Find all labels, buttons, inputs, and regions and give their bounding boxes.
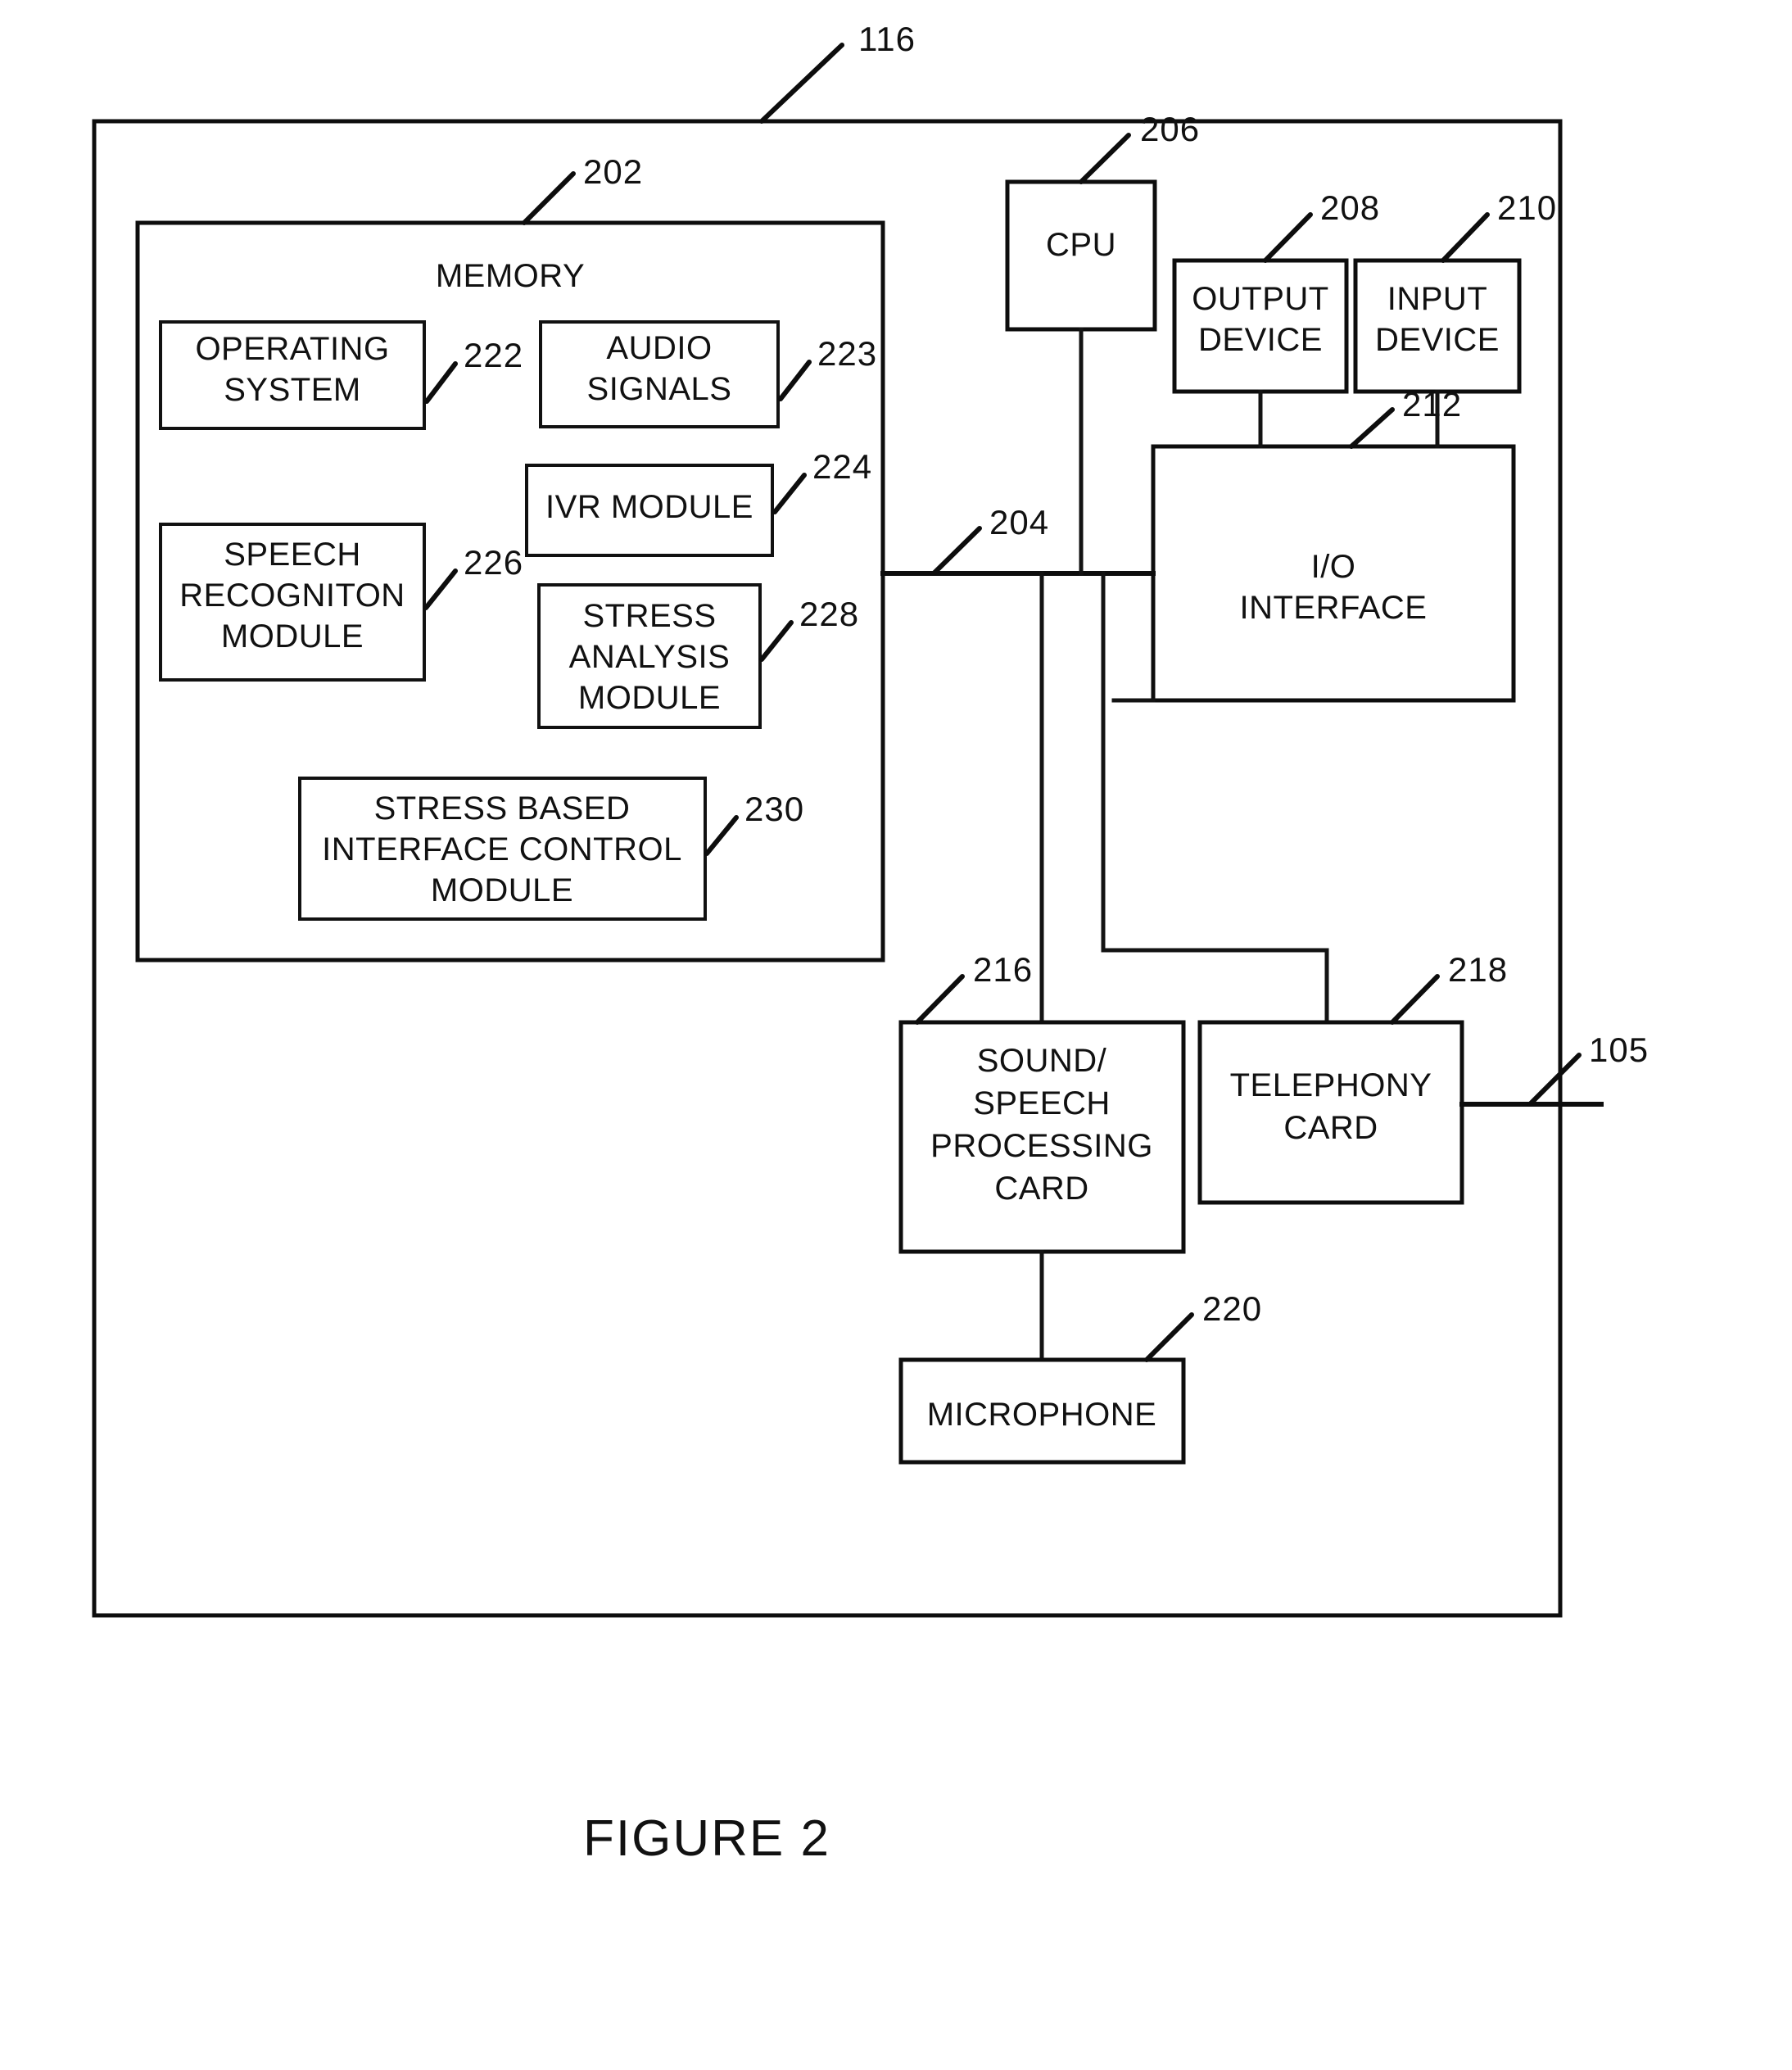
sound-card-line-4: CARD — [994, 1171, 1088, 1207]
ref-230: 230 — [744, 790, 804, 828]
input-device-line-2: DEVICE — [1375, 322, 1500, 358]
leader-208 — [1263, 212, 1313, 263]
figure-canvas: 116 202 MEMORY OPERATING SYSTEM 222 AUDI… — [0, 0, 1792, 2070]
telephony-card-line-2: CARD — [1283, 1110, 1378, 1146]
leader-226 — [423, 568, 458, 610]
ivr-module-label: IVR MODULE — [545, 489, 753, 525]
leader-210 — [1441, 212, 1490, 263]
audio-signals-line-2: SIGNALS — [587, 371, 732, 407]
leader-228 — [759, 620, 794, 662]
operating-system-line-2: SYSTEM — [224, 372, 360, 408]
leader-116 — [759, 43, 844, 124]
leader-230 — [704, 815, 739, 856]
ref-204: 204 — [989, 503, 1049, 541]
ref-220: 220 — [1202, 1289, 1262, 1328]
wire-bus-to-telephony-card — [1101, 571, 1329, 1025]
speech-recognition-line-2: RECOGNITON — [179, 578, 405, 614]
ref-206: 206 — [1140, 110, 1200, 148]
leader-216 — [915, 974, 965, 1025]
ref-224: 224 — [812, 447, 872, 486]
leader-206 — [1079, 133, 1131, 184]
leader-223 — [778, 360, 812, 401]
ref-222: 222 — [464, 336, 523, 374]
microphone-label: MICROPHONE — [927, 1397, 1157, 1433]
stress-analysis-line-3: MODULE — [578, 680, 721, 716]
ref-202: 202 — [583, 152, 643, 191]
sound-card-line-1: SOUND/ — [977, 1043, 1107, 1079]
output-device-line-1: OUTPUT — [1192, 281, 1328, 317]
telephony-card-line-1: TELEPHONY — [1230, 1067, 1432, 1103]
leader-204 — [931, 526, 982, 576]
ref-216: 216 — [973, 950, 1033, 989]
io-interface-line-2: INTERFACE — [1240, 590, 1428, 626]
audio-signals-line-1: AUDIO — [606, 330, 712, 366]
stress-based-line-2: INTERFACE CONTROL — [322, 831, 682, 867]
leader-105 — [1527, 1053, 1582, 1107]
block-diagram: 116 202 MEMORY OPERATING SYSTEM 222 AUDI… — [92, 20, 1649, 1867]
ref-212: 212 — [1402, 385, 1462, 424]
leader-224 — [772, 473, 807, 514]
operating-system-line-1: OPERATING — [195, 331, 389, 367]
stress-analysis-line-2: ANALYSIS — [569, 639, 731, 675]
memory-title: MEMORY — [436, 258, 585, 294]
stress-based-line-1: STRESS BASED — [374, 790, 631, 827]
ref-208: 208 — [1320, 188, 1380, 227]
leader-218 — [1390, 974, 1440, 1025]
stress-analysis-line-1: STRESS — [582, 598, 716, 634]
stress-based-line-3: MODULE — [431, 872, 573, 908]
io-interface-line-1: I/O — [1311, 549, 1356, 585]
speech-recognition-line-1: SPEECH — [224, 537, 361, 573]
ref-226: 226 — [464, 543, 523, 582]
leader-212 — [1349, 407, 1395, 449]
cpu-label: CPU — [1046, 227, 1116, 263]
input-device-line-1: INPUT — [1387, 281, 1488, 317]
leader-222 — [424, 361, 458, 404]
ref-116: 116 — [858, 20, 916, 58]
sound-card-line-3: PROCESSING — [930, 1128, 1153, 1164]
figure-caption: FIGURE 2 — [583, 1810, 830, 1867]
speech-recognition-line-3: MODULE — [221, 618, 364, 655]
leader-202 — [522, 171, 576, 225]
leader-220 — [1144, 1312, 1194, 1362]
ref-105: 105 — [1589, 1030, 1649, 1069]
ref-228: 228 — [799, 595, 859, 633]
ref-218: 218 — [1448, 950, 1508, 989]
sound-card-line-2: SPEECH — [973, 1085, 1111, 1121]
output-device-line-2: DEVICE — [1198, 322, 1323, 358]
ref-210: 210 — [1497, 188, 1557, 227]
ref-223: 223 — [817, 334, 877, 373]
